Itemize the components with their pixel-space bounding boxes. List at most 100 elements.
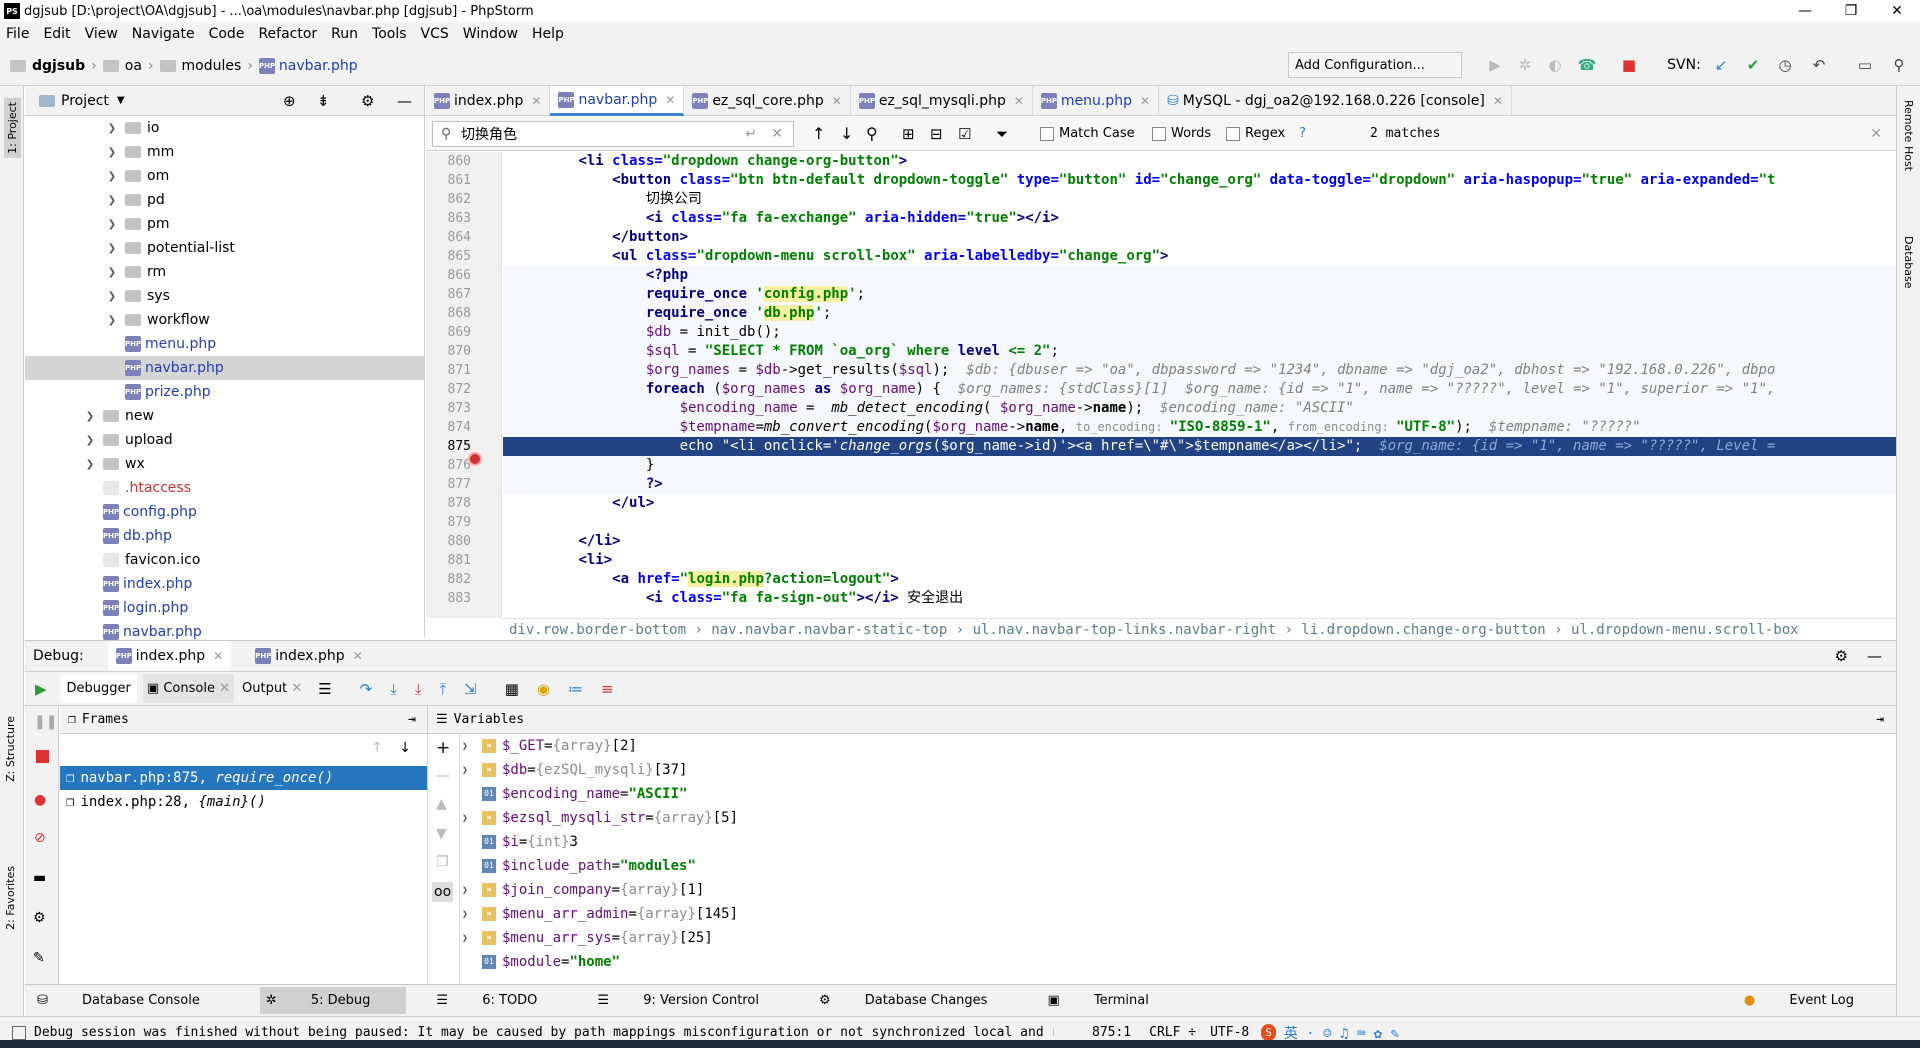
menu-help[interactable]: Help <box>526 26 572 42</box>
tree-item[interactable]: PHP login.php <box>25 596 424 620</box>
close-tab-icon[interactable]: ✕ <box>1140 94 1150 108</box>
tree-item[interactable]: ❯ mm <box>25 140 424 164</box>
structure-tool-tab[interactable]: Z: Structure <box>4 716 17 782</box>
search-everywhere-icon[interactable]: ⚲ <box>1890 56 1908 74</box>
tree-item[interactable]: ❯ rm <box>25 260 424 284</box>
maximize-icon[interactable]: ❐ <box>1828 0 1874 22</box>
menu-navigate[interactable]: Navigate <box>126 26 203 42</box>
variable-row[interactable]: ❯ ≡ $join_company = {array} [1] <box>428 878 1896 902</box>
menu-run[interactable]: Run <box>325 26 366 42</box>
show-watches-icon[interactable]: oo <box>432 882 454 902</box>
list-icon[interactable]: ≔ <box>568 680 583 698</box>
tree-item[interactable]: .htaccess <box>25 476 424 500</box>
debug-icon[interactable]: ✲ <box>1516 56 1534 74</box>
tree-item[interactable]: PHP navbar.php <box>25 356 424 380</box>
tree-item[interactable]: ❯ potential-list <box>25 236 424 260</box>
tree-item[interactable]: PHP index.php <box>25 572 424 596</box>
stop-icon[interactable] <box>36 750 49 763</box>
close-tab-icon[interactable]: ✕ <box>1493 94 1503 108</box>
variable-row[interactable]: ❯ ≡ $_GET = {array} [2] <box>428 734 1896 758</box>
menu-icon[interactable]: ☰ <box>318 680 331 698</box>
breakpoint-icon[interactable] <box>468 452 482 466</box>
tree-item[interactable]: ❯ upload <box>25 428 424 452</box>
newline-icon[interactable]: ↵ <box>745 126 757 142</box>
menu-refactor[interactable]: Refactor <box>252 26 325 42</box>
close-find-icon[interactable]: ✕ <box>1870 126 1882 142</box>
menu-window[interactable]: Window <box>457 26 526 42</box>
layout-icon[interactable]: ▭ <box>1856 56 1874 74</box>
pin-icon[interactable]: ⇥ <box>408 712 416 727</box>
project-tool-tab[interactable]: 1: Project <box>4 98 21 158</box>
tab-navbar-php[interactable]: PHP navbar.php ✕ <box>550 86 685 116</box>
close-tab-icon[interactable]: ✕ <box>291 681 302 696</box>
tree-item[interactable]: ❯ workflow <box>25 308 424 332</box>
file-encoding[interactable]: UTF-8 <box>1210 1025 1249 1040</box>
move-up-icon[interactable]: ▲ <box>436 796 447 812</box>
evaluate-expression-icon[interactable]: ▦ <box>505 680 519 698</box>
next-frame-icon[interactable]: ↓ <box>399 740 411 756</box>
tree-item[interactable]: ❯ om <box>25 164 424 188</box>
locate-icon[interactable]: ⊕ <box>283 92 296 110</box>
close-tab-icon[interactable]: ✕ <box>832 94 842 108</box>
variable-row[interactable]: 01 $module = "home" <box>428 950 1896 974</box>
filter-icon[interactable]: ⏷ <box>996 125 1008 143</box>
tool-database-changes[interactable]: ⚙ Database Changes <box>819 993 1018 1008</box>
menu-file[interactable]: File <box>0 26 37 42</box>
status-toggle-icon[interactable] <box>12 1025 26 1040</box>
tree-item[interactable]: PHP config.php <box>25 500 424 524</box>
menu-code[interactable]: Code <box>203 26 253 42</box>
view-breakpoints-icon[interactable]: ● <box>34 792 46 808</box>
status-message[interactable]: Debug session was finished without being… <box>34 1025 1054 1040</box>
tree-item[interactable]: ❯ pm <box>25 212 424 236</box>
tool-event-log[interactable]: ● Event Log <box>1744 993 1884 1008</box>
svn-update-icon[interactable]: ↙ <box>1712 56 1730 74</box>
frame-row[interactable]: ❐ index.php:28, {main}() <box>60 790 427 814</box>
close-tab-icon[interactable]: ✕ <box>665 93 675 107</box>
revert-icon[interactable]: ↶ <box>1810 56 1828 74</box>
tree-item[interactable]: PHP menu.php <box>25 332 424 356</box>
stop-icon[interactable]: ■ <box>1620 56 1638 74</box>
run-to-cursor-icon[interactable]: ⇲ <box>464 680 477 698</box>
layout-icon[interactable]: ▬ <box>33 870 46 886</box>
hide-icon[interactable]: — <box>397 92 412 110</box>
tree-item[interactable]: ❯ sys <box>25 284 424 308</box>
frame-row[interactable]: ❐ navbar.php:875, require_once() <box>60 766 427 790</box>
step-over-icon[interactable]: ↷ <box>360 680 373 698</box>
add-configuration-button[interactable]: Add Configuration... <box>1288 52 1462 78</box>
watch-icon[interactable]: ◉ <box>537 680 550 698</box>
tree-item[interactable]: ❯ io <box>25 116 424 140</box>
search-input[interactable]: ⚲ 切换角色 ↵ ✕ <box>432 121 794 147</box>
chevron-right-icon[interactable]: ❯ <box>462 909 476 920</box>
tab-menu-php[interactable]: PHP menu.php ✕ <box>1033 86 1160 116</box>
tab-ez-sql-mysqli[interactable]: PHP ez_sql_mysqli.php ✕ <box>851 86 1033 116</box>
tool-version-control[interactable]: ☰ 9: Version Control <box>597 993 789 1008</box>
chevron-right-icon[interactable]: ❯ <box>462 741 476 752</box>
close-tab-icon[interactable]: ✕ <box>531 94 541 108</box>
tab-console[interactable]: ▣ Console ✕ <box>142 674 234 703</box>
tool-database-console[interactable]: ⛁ Database Console <box>37 993 230 1008</box>
tool-terminal[interactable]: ▣ Terminal <box>1047 993 1178 1008</box>
coverage-icon[interactable]: ◐ <box>1546 56 1564 74</box>
collapse-all-icon[interactable]: ⇟ <box>317 92 330 110</box>
caret-position[interactable]: 875:1 <box>1092 1025 1131 1040</box>
run-icon[interactable]: ▶ <box>1486 56 1504 74</box>
variable-row[interactable]: 01 $i = {int} 3 <box>428 830 1896 854</box>
add-occurrence-icon[interactable]: ⊞ <box>902 125 915 143</box>
gear-icon[interactable]: ⚙ <box>361 92 374 110</box>
history-icon[interactable]: ◷ <box>1776 56 1794 74</box>
breadcrumb-oa[interactable]: oa <box>102 58 142 74</box>
tab-mysql-console[interactable]: ⛁ MySQL - dgj_oa2@192.168.0.226 [console]… <box>1159 86 1512 116</box>
clear-icon[interactable]: ✕ <box>771 126 783 142</box>
tool-todo[interactable]: ☰ 6: TODO <box>436 993 567 1008</box>
close-tab-icon[interactable]: ✕ <box>353 649 363 663</box>
remote-host-tool-tab[interactable]: Remote Host <box>1902 100 1915 171</box>
move-down-icon[interactable]: ▼ <box>436 826 447 842</box>
next-match-icon[interactable]: ↓ <box>840 124 853 143</box>
step-out-icon[interactable]: ⤒ <box>440 680 447 698</box>
code-structure-breadcrumb[interactable]: div.row.border-bottom › nav.navbar.navba… <box>503 618 1896 640</box>
variable-row[interactable]: ❯ ≡ $menu_arr_sys = {array} [25] <box>428 926 1896 950</box>
words-checkbox[interactable]: Words <box>1152 126 1211 141</box>
variable-row[interactable]: ❯ ≡ $ezsql_mysqli_str = {array} [5] <box>428 806 1896 830</box>
chevron-right-icon[interactable]: ❯ <box>462 885 476 896</box>
breadcrumb-project[interactable]: dgjsub <box>10 58 85 74</box>
